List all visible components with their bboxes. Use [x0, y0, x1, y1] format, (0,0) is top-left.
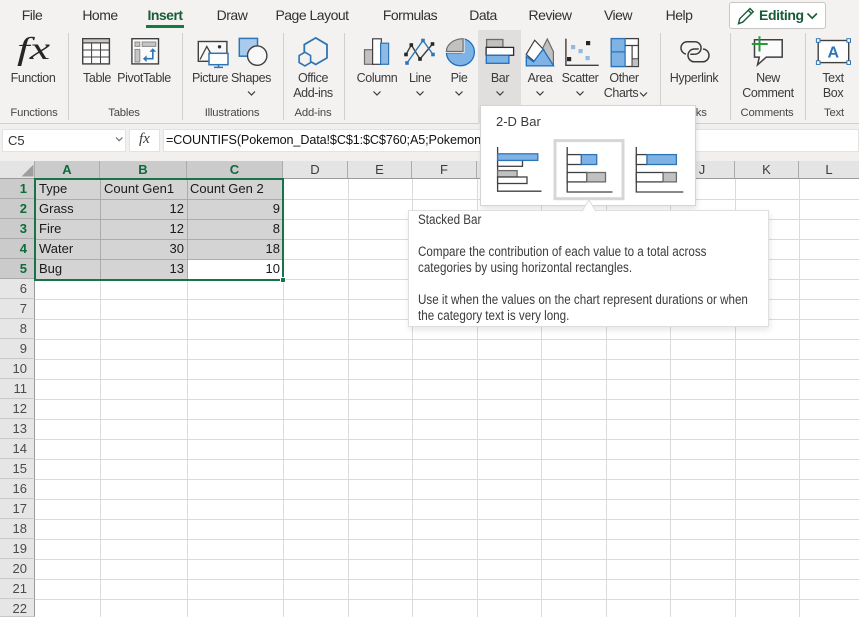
svg-text:fx: fx: [17, 30, 50, 66]
svg-text:A: A: [828, 45, 840, 62]
